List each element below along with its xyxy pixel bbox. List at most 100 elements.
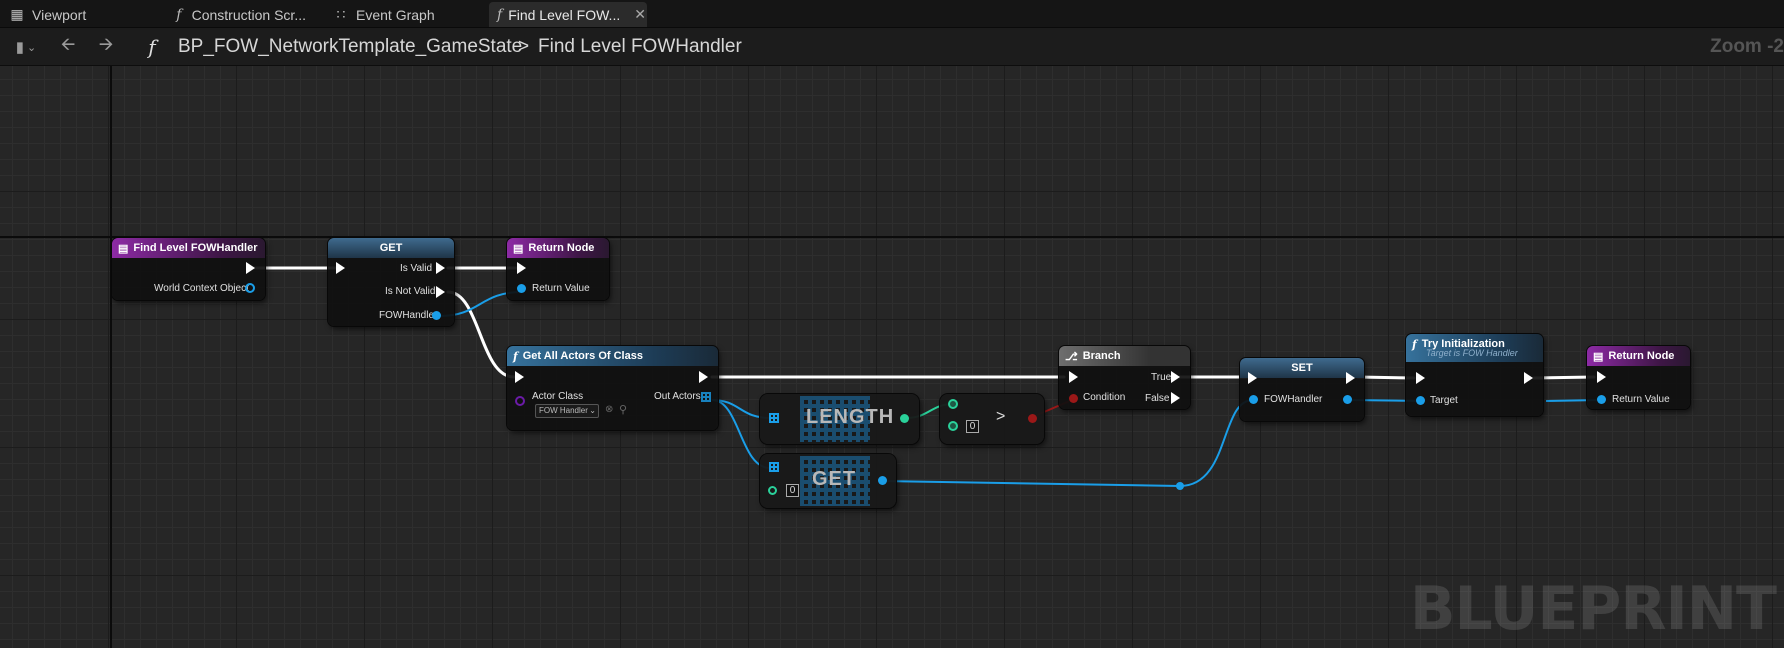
node-header: f Get All Actors Of Class bbox=[507, 346, 718, 366]
exec-out-pin[interactable] bbox=[1346, 372, 1355, 384]
tab-find-level-fowhandler[interactable]: f Find Level FOW... ✕ bbox=[489, 2, 647, 27]
zoom-level: Zoom -2 bbox=[1710, 36, 1784, 57]
arrow-left-icon: 🡨 bbox=[60, 34, 76, 54]
function-icon: f bbox=[513, 349, 518, 363]
chevron-down-icon: ⌄ bbox=[27, 41, 37, 54]
pin-label: Return Value bbox=[532, 283, 590, 294]
object-pin[interactable] bbox=[432, 311, 441, 320]
function-entry-icon: ▤ bbox=[118, 242, 129, 255]
tab-label: Find Level FOW... bbox=[508, 6, 621, 23]
exec-in-pin[interactable] bbox=[1597, 371, 1606, 383]
node-header: ▤ Find Level FOWHandler bbox=[112, 238, 265, 258]
exec-in-pin[interactable] bbox=[517, 262, 526, 274]
return-node[interactable]: ▤ Return Node Return Value bbox=[507, 238, 609, 300]
pin-label: True bbox=[1151, 372, 1172, 383]
function-icon: f bbox=[1412, 338, 1417, 351]
graph-toolbar: ▮ ⌄ 🡨 🡪 f BP_FOW_NetworkTemplate_GameStat… bbox=[0, 28, 1784, 66]
index-input[interactable]: 0 bbox=[786, 484, 799, 497]
exec-out-pin[interactable] bbox=[436, 262, 445, 274]
object-pin[interactable] bbox=[878, 476, 887, 485]
node-title: Branch bbox=[1082, 350, 1121, 362]
exec-out-pin[interactable] bbox=[1171, 371, 1180, 383]
select-value: FOW Handler bbox=[539, 406, 588, 415]
exec-in-pin[interactable] bbox=[1069, 371, 1078, 383]
entry-node[interactable]: ▤ Find Level FOWHandler World Context Obj… bbox=[112, 238, 265, 300]
object-pin[interactable] bbox=[1597, 395, 1606, 404]
pin-label: Return Value bbox=[1612, 394, 1670, 405]
back-button[interactable]: 🡨 bbox=[56, 34, 80, 60]
exec-out-pin[interactable] bbox=[436, 286, 445, 298]
validated-get-node[interactable]: GET Is Valid Is Not Valid FOWHandler bbox=[328, 238, 454, 326]
world-context-pin[interactable] bbox=[245, 283, 255, 293]
exec-in-pin[interactable] bbox=[1416, 372, 1425, 384]
branch-node[interactable]: ⎇ Branch True Condition False bbox=[1059, 346, 1190, 409]
node-header: ⎇ Branch bbox=[1059, 346, 1190, 366]
node-header: ▤ Return Node bbox=[1587, 346, 1690, 366]
pin-label: FOWHandler bbox=[379, 310, 438, 321]
bool-pin[interactable] bbox=[1028, 414, 1037, 423]
class-pin[interactable] bbox=[515, 396, 525, 406]
return-icon: ▤ bbox=[1593, 350, 1604, 363]
length-node[interactable]: LENGTH bbox=[760, 394, 919, 444]
node-header: GET bbox=[328, 238, 454, 258]
return-icon: ▤ bbox=[513, 242, 524, 255]
get-all-actors-node[interactable]: f Get All Actors Of Class Actor Class FOW… bbox=[507, 346, 718, 430]
function-icon: f bbox=[497, 6, 503, 23]
blueprint-watermark: BLUEPRINT bbox=[1409, 574, 1777, 644]
function-icon: f bbox=[148, 35, 156, 59]
bookmark-icon: ▮ bbox=[15, 39, 25, 56]
array-get-node[interactable]: 0 GET bbox=[760, 454, 896, 508]
tab-label: Viewport bbox=[32, 6, 87, 23]
node-header: ▤ Return Node bbox=[507, 238, 609, 258]
int-pin[interactable] bbox=[948, 399, 958, 409]
exec-out-pin[interactable] bbox=[246, 262, 255, 274]
object-pin[interactable] bbox=[517, 284, 526, 293]
pin-label: FOWHandler bbox=[1264, 394, 1323, 405]
exec-out-pin[interactable] bbox=[699, 371, 708, 383]
forward-button[interactable]: 🡪 bbox=[94, 34, 118, 60]
int-pin[interactable] bbox=[900, 414, 909, 423]
clear-icon[interactable]: ⊗ bbox=[605, 404, 613, 415]
exec-in-pin[interactable] bbox=[336, 262, 345, 274]
search-icon[interactable]: ⚲ bbox=[619, 403, 627, 416]
tab-bar: ▦ Viewport f Construction Scr... ∷ Event… bbox=[0, 0, 1784, 28]
set-node[interactable]: SET FOWHandler bbox=[1240, 358, 1364, 421]
wire-reroute-dot bbox=[1176, 482, 1184, 490]
chevron-down-icon: ⌄ bbox=[589, 406, 596, 415]
exec-out-pin[interactable] bbox=[1524, 372, 1533, 384]
pin-label: Target bbox=[1430, 395, 1458, 406]
exec-out-pin[interactable] bbox=[1171, 392, 1180, 404]
array-pin-icon[interactable] bbox=[769, 413, 779, 423]
array-pin-icon[interactable] bbox=[701, 392, 711, 402]
node-title: SET bbox=[1291, 362, 1313, 374]
bookmark-dropdown-button[interactable]: ▮ ⌄ bbox=[8, 34, 44, 60]
tab-event-graph[interactable]: ∷ Event Graph bbox=[324, 2, 474, 27]
node-title: Get All Actors Of Class bbox=[522, 350, 643, 362]
compare-value-input[interactable]: 0 bbox=[966, 420, 979, 433]
object-pin[interactable] bbox=[1249, 395, 1258, 404]
object-pin[interactable] bbox=[1343, 395, 1352, 404]
return-node[interactable]: ▤ Return Node Return Value bbox=[1587, 346, 1690, 409]
exec-in-pin[interactable] bbox=[1248, 372, 1257, 384]
close-icon[interactable]: ✕ bbox=[634, 6, 646, 23]
exec-in-pin[interactable] bbox=[515, 371, 524, 383]
try-initialization-node[interactable]: f Try Initialization Target is FOW Handle… bbox=[1406, 334, 1543, 416]
operator-label: > bbox=[996, 408, 1006, 425]
tab-construction-script[interactable]: f Construction Scr... bbox=[164, 2, 314, 27]
array-pin-icon[interactable] bbox=[769, 462, 779, 472]
node-title: GET bbox=[812, 468, 857, 490]
breadcrumb-root[interactable]: BP_FOW_NetworkTemplate_GameState bbox=[178, 36, 522, 58]
int-pin[interactable] bbox=[948, 421, 958, 431]
object-pin[interactable] bbox=[1416, 396, 1425, 405]
node-title: Return Node bbox=[528, 242, 595, 254]
pin-label: Condition bbox=[1083, 392, 1126, 403]
greater-than-node[interactable]: 0 > bbox=[940, 394, 1044, 444]
event-graph-icon: ∷ bbox=[336, 6, 346, 22]
bool-pin[interactable] bbox=[1069, 394, 1078, 403]
int-pin[interactable] bbox=[768, 486, 777, 495]
actor-class-select[interactable]: FOW Handler ⌄ bbox=[535, 404, 599, 418]
tab-viewport[interactable]: ▦ Viewport bbox=[0, 2, 130, 27]
blueprint-graph-canvas[interactable]: ▤ Find Level FOWHandler World Context Obj… bbox=[0, 66, 1784, 648]
viewport-icon: ▦ bbox=[10, 6, 24, 22]
pin-label: False bbox=[1145, 393, 1170, 404]
